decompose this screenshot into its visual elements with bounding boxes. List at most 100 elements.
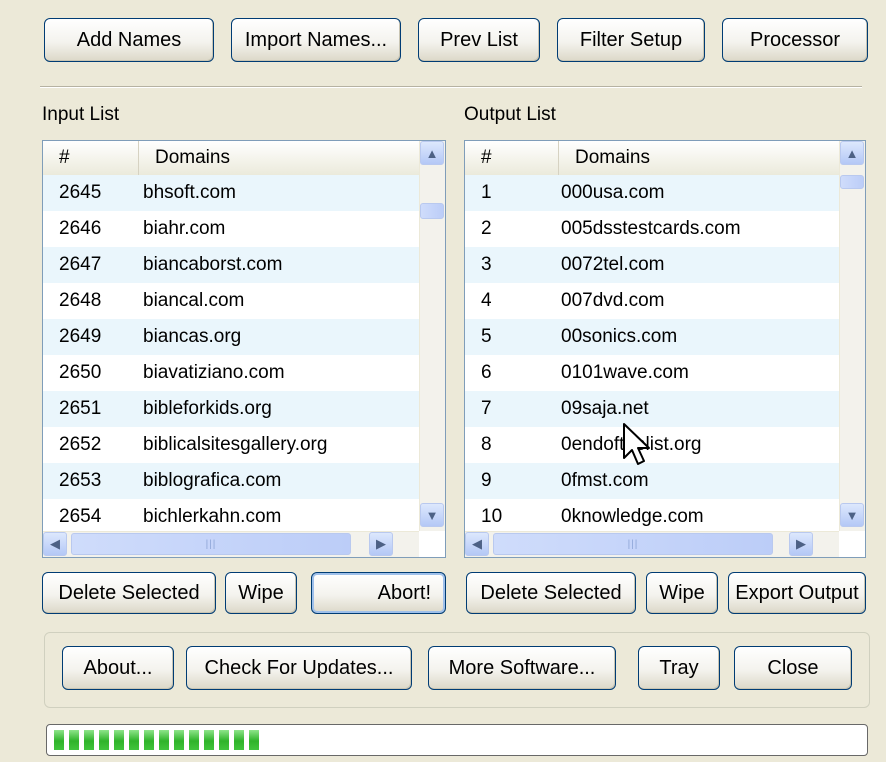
close-button[interactable]: Close bbox=[734, 646, 852, 690]
progress-segment bbox=[234, 730, 244, 750]
input-list-row[interactable]: 2648 biancal.com bbox=[43, 283, 419, 319]
output-row-domain: 0101wave.com bbox=[561, 362, 689, 383]
input-row-number: 2645 bbox=[59, 182, 102, 203]
export-output-button[interactable]: Export Output bbox=[728, 572, 866, 614]
output-list-row[interactable]: 3 0072tel.com bbox=[465, 247, 839, 283]
output-list-row[interactable]: 2 005dsstestcards.com bbox=[465, 211, 839, 247]
scroll-up-icon[interactable]: ▲ bbox=[420, 141, 444, 165]
progress-segment bbox=[189, 730, 199, 750]
progress-segment bbox=[159, 730, 169, 750]
input-delete-selected-button[interactable]: Delete Selected bbox=[42, 572, 216, 614]
input-list-row[interactable]: 2651 bibleforkids.org bbox=[43, 391, 419, 427]
input-list-row[interactable]: 2652 biblicalsitesgallery.org bbox=[43, 427, 419, 463]
output-list-row[interactable]: 10 0knowledge.com bbox=[465, 499, 839, 531]
input-row-number: 2651 bbox=[59, 398, 102, 419]
input-row-domain: biancal.com bbox=[143, 290, 245, 311]
input-vscrollbar[interactable]: ▲ ▼ bbox=[419, 141, 445, 531]
output-row-number: 7 bbox=[481, 398, 492, 419]
output-list-row[interactable]: 4 007dvd.com bbox=[465, 283, 839, 319]
output-hscroll-thumb[interactable]: ||| bbox=[493, 533, 773, 555]
output-row-number: 10 bbox=[481, 506, 503, 527]
progress-segment bbox=[114, 730, 124, 750]
input-list-header: # Domains bbox=[43, 141, 419, 176]
scroll-right-icon[interactable]: ▶ bbox=[789, 532, 813, 556]
output-row-domain: 005dsstestcards.com bbox=[561, 218, 741, 239]
output-row-domain: 0072tel.com bbox=[561, 254, 665, 275]
input-col-domains-header[interactable]: Domains bbox=[139, 141, 419, 175]
about-button[interactable]: About... bbox=[62, 646, 174, 690]
output-row-domain: 007dvd.com bbox=[561, 290, 665, 311]
input-vscroll-thumb[interactable] bbox=[420, 203, 444, 219]
input-list-row[interactable]: 2646 biahr.com bbox=[43, 211, 419, 247]
output-row-number: 8 bbox=[481, 434, 492, 455]
output-list-label: Output List bbox=[464, 104, 556, 125]
scroll-up-icon[interactable]: ▲ bbox=[840, 141, 864, 165]
processor-button[interactable]: Processor bbox=[722, 18, 868, 62]
input-row-number: 2652 bbox=[59, 434, 102, 455]
output-list-row[interactable]: 5 00sonics.com bbox=[465, 319, 839, 355]
input-list-row[interactable]: 2650 biavatiziano.com bbox=[43, 355, 419, 391]
output-list[interactable]: # Domains 1 000usa.com 2 005dsstestcards.co… bbox=[464, 140, 866, 558]
output-col-num-header[interactable]: # bbox=[465, 141, 559, 175]
more-software-button[interactable]: More Software... bbox=[428, 646, 616, 690]
output-row-domain: 000usa.com bbox=[561, 182, 665, 203]
output-row-domain: 00sonics.com bbox=[561, 326, 678, 347]
input-list-label: Input List bbox=[42, 104, 120, 125]
output-row-number: 1 bbox=[481, 182, 492, 203]
add-names-button[interactable]: Add Names bbox=[44, 18, 214, 62]
progress-segment bbox=[129, 730, 139, 750]
input-row-number: 2654 bbox=[59, 506, 102, 527]
abort-button[interactable]: Abort! bbox=[311, 572, 446, 614]
input-list[interactable]: # Domains 2645 bhsoft.com 2646 biahr.com 264… bbox=[42, 140, 446, 558]
input-list-row[interactable]: 2647 biancaborst.com bbox=[43, 247, 419, 283]
input-col-num-header[interactable]: # bbox=[43, 141, 139, 175]
progress-segment bbox=[249, 730, 259, 750]
progress-segment bbox=[174, 730, 184, 750]
output-vscroll-thumb[interactable] bbox=[840, 175, 864, 189]
progress-segment bbox=[84, 730, 94, 750]
output-list-row[interactable]: 6 0101wave.com bbox=[465, 355, 839, 391]
progress-segment bbox=[144, 730, 154, 750]
input-list-row[interactable]: 2653 biblografica.com bbox=[43, 463, 419, 499]
input-row-number: 2647 bbox=[59, 254, 102, 275]
input-row-number: 2649 bbox=[59, 326, 102, 347]
prev-list-button[interactable]: Prev List bbox=[418, 18, 540, 62]
import-names-button[interactable]: Import Names... bbox=[231, 18, 401, 62]
scroll-right-icon[interactable]: ▶ bbox=[369, 532, 393, 556]
input-hscrollbar[interactable]: ◀ ||| ▶ bbox=[43, 531, 419, 557]
output-vscrollbar[interactable]: ▲ ▼ bbox=[839, 141, 865, 531]
output-row-number: 9 bbox=[481, 470, 492, 491]
output-list-header: # Domains bbox=[465, 141, 839, 176]
tray-button[interactable]: Tray bbox=[638, 646, 720, 690]
progress-segment bbox=[219, 730, 229, 750]
output-row-number: 5 bbox=[481, 326, 492, 347]
output-hscrollbar[interactable]: ◀ ||| ▶ bbox=[465, 531, 839, 557]
output-row-domain: 0knowledge.com bbox=[561, 506, 704, 527]
scroll-left-icon[interactable]: ◀ bbox=[43, 532, 67, 556]
output-row-number: 6 bbox=[481, 362, 492, 383]
check-for-updates-button[interactable]: Check For Updates... bbox=[186, 646, 412, 690]
input-row-domain: biavatiziano.com bbox=[143, 362, 285, 383]
output-row-number: 2 bbox=[481, 218, 492, 239]
toolbar-separator bbox=[40, 86, 862, 88]
input-row-domain: bhsoft.com bbox=[143, 182, 236, 203]
output-row-number: 4 bbox=[481, 290, 492, 311]
input-wipe-button[interactable]: Wipe bbox=[225, 572, 297, 614]
input-list-row[interactable]: 2654 bichlerkahn.com bbox=[43, 499, 419, 531]
scroll-down-icon[interactable]: ▼ bbox=[840, 503, 864, 527]
output-wipe-button[interactable]: Wipe bbox=[646, 572, 718, 614]
input-row-number: 2646 bbox=[59, 218, 102, 239]
output-delete-selected-button[interactable]: Delete Selected bbox=[466, 572, 636, 614]
input-hscroll-thumb[interactable]: ||| bbox=[71, 533, 351, 555]
output-list-row[interactable]: 1 000usa.com bbox=[465, 175, 839, 211]
input-row-domain: bibleforkids.org bbox=[143, 398, 272, 419]
input-list-row[interactable]: 2645 bhsoft.com bbox=[43, 175, 419, 211]
input-row-domain: biblicalsitesgallery.org bbox=[143, 434, 328, 455]
scroll-down-icon[interactable]: ▼ bbox=[420, 503, 444, 527]
input-row-domain: biancaborst.com bbox=[143, 254, 283, 275]
scroll-left-icon[interactable]: ◀ bbox=[465, 532, 489, 556]
filter-setup-button[interactable]: Filter Setup bbox=[557, 18, 705, 62]
output-col-domains-header[interactable]: Domains bbox=[559, 141, 839, 175]
progress-segment bbox=[204, 730, 214, 750]
input-list-row[interactable]: 2649 biancas.org bbox=[43, 319, 419, 355]
